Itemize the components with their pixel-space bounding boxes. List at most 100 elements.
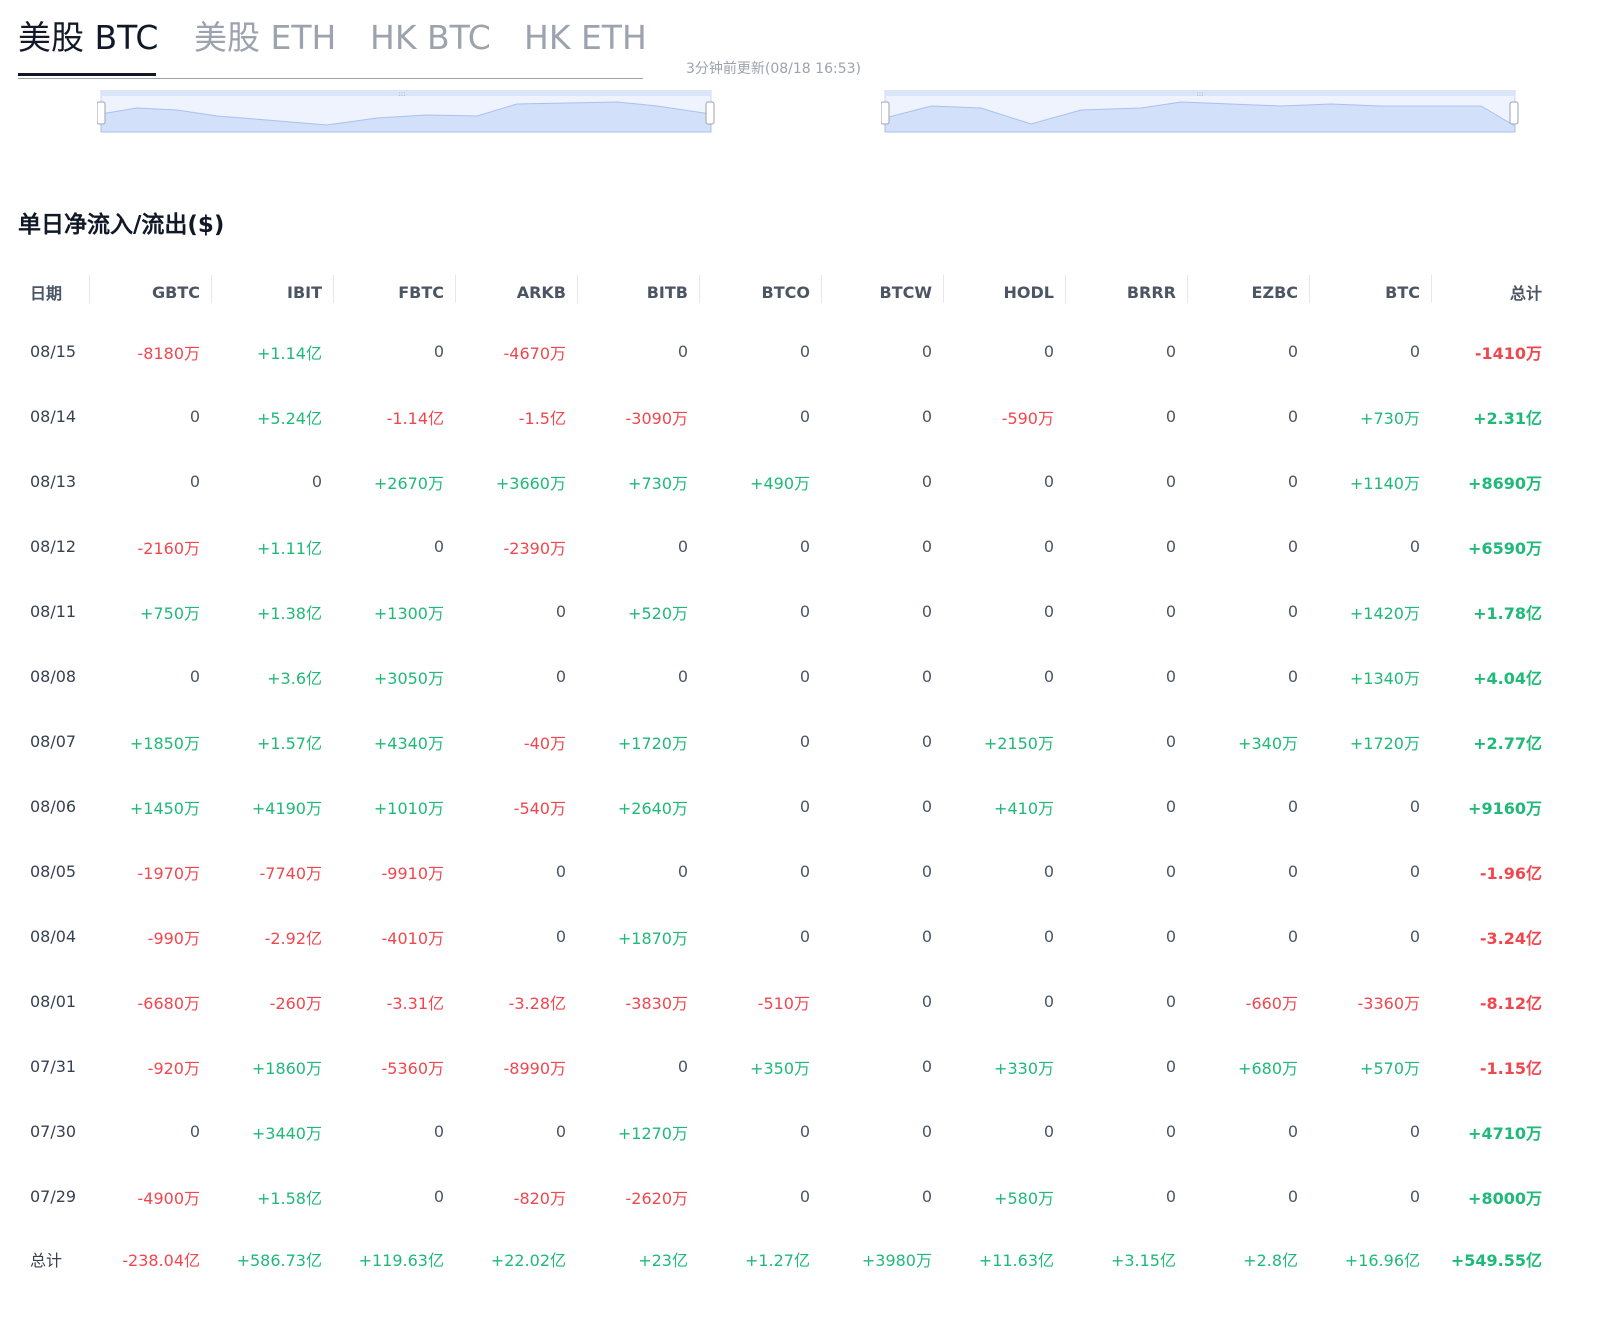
flow-cell: 0 (189, 472, 200, 491)
flow-cell: +1450万 (129, 798, 200, 818)
flow-cell: 0 (1165, 862, 1176, 881)
column-header-ezbc: EZBC (1188, 265, 1310, 319)
flow-cell: 0 (799, 537, 810, 556)
column-header-label: ARKB (516, 282, 566, 302)
flow-cell: 0 (921, 472, 932, 491)
flow-cell: 0 (189, 667, 200, 686)
flow-cell: -990万 (147, 928, 200, 948)
svg-text::::: ::: (1196, 90, 1203, 98)
flow-cell: 0 (433, 1187, 444, 1206)
flow-cell: -7740万 (259, 863, 323, 883)
etf-flow-table: 日期 GBTC IBIT FBTC ARKB BITB BTCO BTCW HODL BRRR EZ… (18, 265, 1554, 1289)
flow-cell: 0 (1165, 472, 1176, 491)
flow-cell: 0 (1165, 1057, 1176, 1076)
flow-cell: 0 (921, 862, 932, 881)
flow-cell: +1.38亿 (256, 603, 322, 623)
flow-cell: +730万 (628, 473, 688, 493)
tab-us-btc[interactable]: 美股 BTC (18, 18, 158, 58)
flow-cell: 0 (433, 1122, 444, 1141)
flow-cell: +1300万 (373, 603, 444, 623)
tab-hk-btc[interactable]: HK BTC (370, 18, 491, 58)
flow-cell: +1420万 (1349, 603, 1420, 623)
flow-cell: +5.24亿 (256, 408, 322, 428)
range-slider-right[interactable]: ::: (881, 90, 1521, 134)
row-total-cell: -1410万 (1474, 343, 1542, 363)
table-row: 08/05 -1970万 -7740万 -9910万 0 0 0 0 0 0 0 0 -1.96亿 (18, 839, 1554, 904)
flow-cell: -3.31亿 (386, 993, 444, 1013)
table-header-row: 日期 GBTC IBIT FBTC ARKB BITB BTCO BTCW HODL BRRR EZ… (18, 265, 1554, 319)
tab-hk-eth[interactable]: HK ETH (524, 18, 647, 58)
flow-cell: 0 (433, 342, 444, 361)
flow-cell: 0 (1287, 862, 1298, 881)
table-row: 08/07 +1850万 +1.57亿 +4340万 -40万 +1720万 0 0 +2150… (18, 709, 1554, 774)
flow-cell: -540万 (513, 798, 566, 818)
flow-cell: -8180万 (137, 343, 201, 363)
flow-cell: +1.11亿 (256, 538, 322, 558)
cumulative-cell: -238.04亿 (122, 1251, 200, 1270)
flow-cell: 0 (921, 342, 932, 361)
row-total-cell: -3.24亿 (1479, 928, 1542, 948)
table-row: 08/06 +1450万 +4190万 +1010万 -540万 +2640万 0 0 +410… (18, 774, 1554, 839)
slider-handle-right (705, 101, 715, 125)
row-total-cell: -1.96亿 (1479, 863, 1542, 883)
flow-cell: +2150万 (983, 733, 1054, 753)
column-header-label: FBTC (398, 282, 444, 302)
column-header-bitb: BITB (578, 265, 700, 319)
column-header-date: 日期 (18, 265, 90, 319)
flow-cell: +490万 (750, 473, 810, 493)
column-header-label: 总计 (1509, 284, 1542, 303)
row-total-cell: +1.78亿 (1473, 603, 1542, 623)
column-header-label: HODL (1003, 282, 1054, 302)
table-row: 08/15 -8180万 +1.14亿 0 -4670万 0 0 0 0 0 0 0 -1410万 (18, 319, 1554, 384)
range-slider-left[interactable]: ::: (97, 90, 715, 134)
flow-cell: 0 (1165, 667, 1176, 686)
flow-cell: +1.58亿 (256, 1188, 322, 1208)
cumulative-cell: +23亿 (638, 1251, 688, 1270)
flow-cell: 0 (1043, 927, 1054, 946)
flow-cell: 0 (921, 1122, 932, 1141)
column-header-label: BITB (646, 282, 688, 302)
flow-cell: 0 (1287, 797, 1298, 816)
flow-cell: 0 (677, 862, 688, 881)
flow-cell: -4670万 (503, 343, 567, 363)
flow-cell: 0 (1409, 537, 1420, 556)
flow-cell: +1140万 (1349, 473, 1420, 493)
flow-cell: 0 (1409, 342, 1420, 361)
row-date: 08/05 (30, 862, 77, 881)
flow-cell: 0 (799, 342, 810, 361)
flow-cell: -260万 (269, 993, 322, 1013)
flow-cell: 0 (799, 667, 810, 686)
flow-cell: 0 (189, 407, 200, 426)
flow-cell: +680万 (1238, 1058, 1298, 1078)
flow-cell: 0 (433, 537, 444, 556)
flow-cell: 0 (921, 602, 932, 621)
flow-cell: 0 (799, 797, 810, 816)
flow-cell: -2160万 (137, 538, 201, 558)
row-date: 08/11 (30, 602, 77, 621)
flow-cell: -3.28亿 (508, 993, 566, 1013)
tab-us-eth[interactable]: 美股 ETH (194, 18, 336, 58)
row-total-cell: +2.77亿 (1473, 733, 1542, 753)
flow-cell: -3090万 (625, 408, 689, 428)
column-header-ibit: IBIT (212, 265, 334, 319)
row-date: 08/12 (30, 537, 77, 556)
flow-cell: -820万 (513, 1188, 566, 1208)
flow-cell: 0 (1287, 927, 1298, 946)
flow-cell: 0 (921, 797, 932, 816)
row-date: 08/14 (30, 407, 77, 426)
cumulative-cell: +16.96亿 (1344, 1251, 1420, 1270)
flow-cell: 0 (1165, 342, 1176, 361)
column-header-btco: BTCO (700, 265, 822, 319)
table-row: 08/04 -990万 -2.92亿 -4010万 0 +1870万 0 0 0 0 0 0 -3.24… (18, 904, 1554, 969)
flow-cell: 0 (1165, 1122, 1176, 1141)
flow-cell: 0 (1409, 1122, 1420, 1141)
flow-cell: +4340万 (373, 733, 444, 753)
flow-cell: 0 (1043, 862, 1054, 881)
table-row: 08/13 0 0 +2670万 +3660万 +730万 +490万 0 0 0 0 +1140万 +… (18, 449, 1554, 514)
column-header-arkb: ARKB (456, 265, 578, 319)
flow-cell: +1860万 (251, 1058, 322, 1078)
flow-cell: 0 (799, 407, 810, 426)
flow-cell: +1870万 (617, 928, 688, 948)
flow-cell: +2640万 (617, 798, 688, 818)
flow-cell: +1720万 (617, 733, 688, 753)
